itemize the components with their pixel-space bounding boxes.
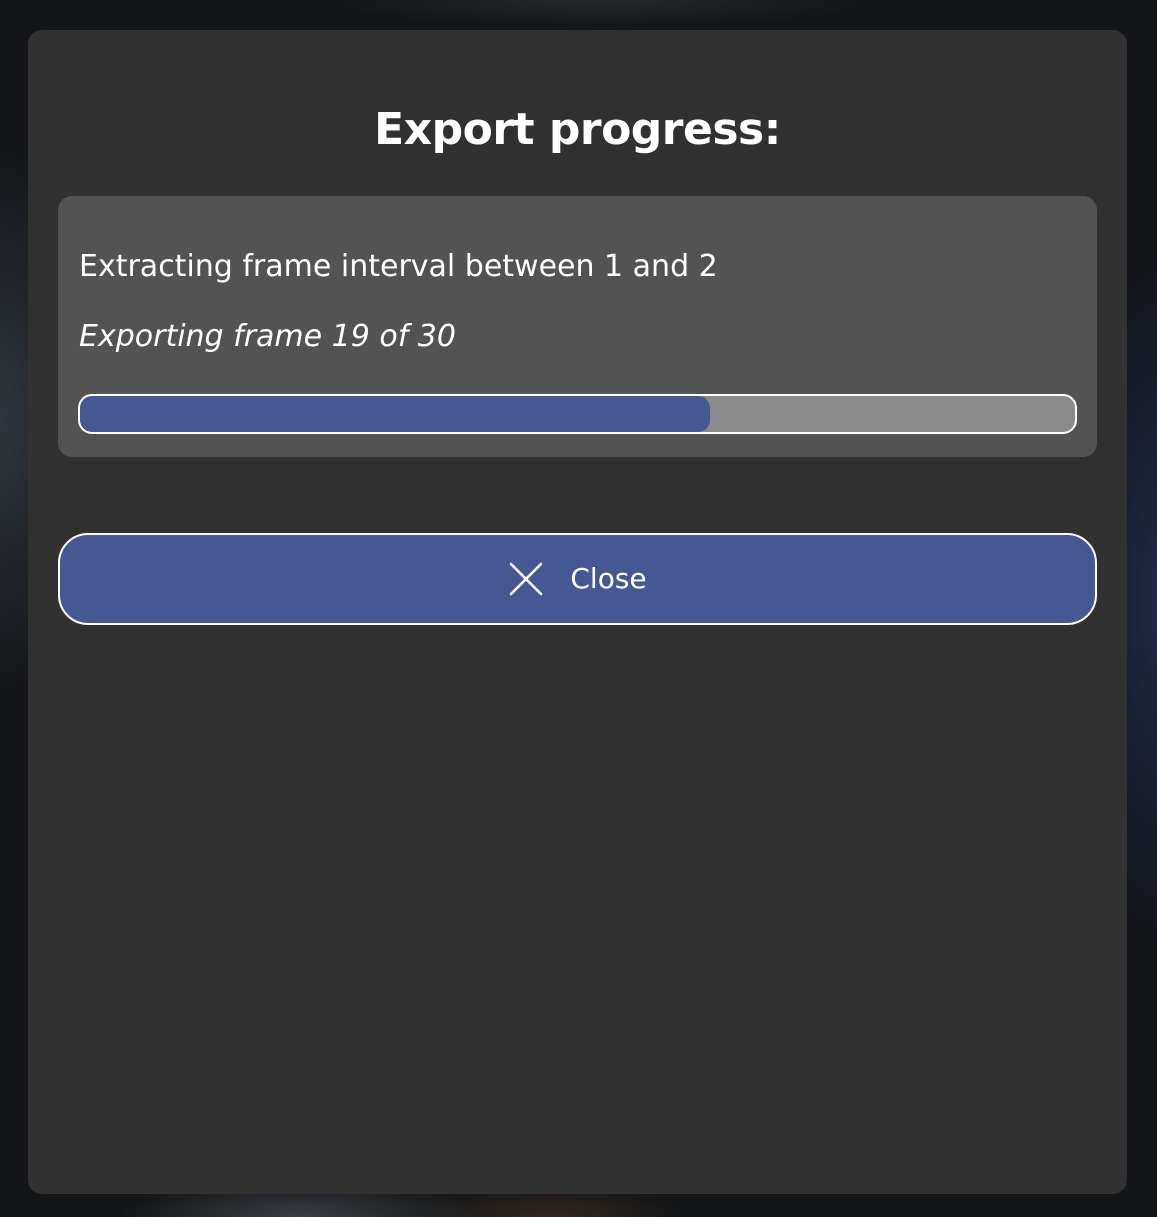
progress-bar	[78, 394, 1077, 434]
close-button-label: Close	[570, 562, 647, 595]
status-text: Extracting frame interval between 1 and …	[79, 249, 718, 284]
close-button[interactable]: Close	[58, 533, 1097, 625]
frame-counter-text: Exporting frame 19 of 30	[79, 319, 456, 354]
progress-bar-fill	[80, 396, 710, 432]
dialog-title: Export progress:	[374, 104, 781, 155]
export-progress-dialog: Export progress: Extracting frame interv…	[28, 30, 1127, 1194]
close-icon	[508, 561, 544, 597]
progress-panel: Extracting frame interval between 1 and …	[58, 196, 1097, 457]
